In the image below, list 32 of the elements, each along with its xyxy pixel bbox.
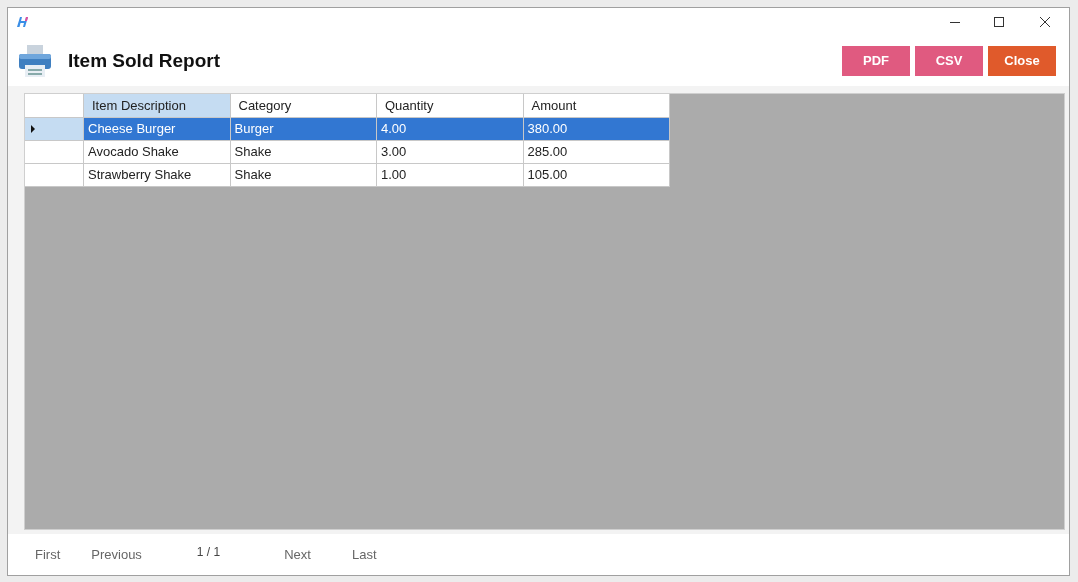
table-row[interactable]: Avocado Shake Shake 3.00 285.00 bbox=[25, 141, 670, 164]
printer-icon bbox=[17, 43, 53, 79]
table-cell: 380.00 bbox=[523, 118, 670, 140]
row-header[interactable] bbox=[25, 118, 84, 140]
first-link[interactable]: First bbox=[35, 544, 61, 565]
table-row[interactable]: Strawberry Shake Shake 1.00 105.00 bbox=[25, 164, 670, 187]
table-cell: 3.00 bbox=[377, 141, 524, 163]
current-row-icon bbox=[31, 125, 35, 133]
table-cell: 1.00 bbox=[377, 164, 524, 186]
minimize-icon bbox=[950, 21, 960, 23]
table-cell: Shake bbox=[230, 141, 377, 163]
table-cell: Avocado Shake bbox=[84, 141, 231, 163]
next-link[interactable]: Next bbox=[284, 544, 311, 565]
table-cell: Burger bbox=[230, 118, 377, 140]
table-cell: Cheese Burger bbox=[84, 118, 231, 140]
last-link[interactable]: Last bbox=[351, 544, 377, 565]
close-button[interactable]: Close bbox=[988, 46, 1056, 76]
export-button[interactable]: PDF bbox=[842, 46, 910, 76]
table-cell: 285.00 bbox=[523, 141, 670, 163]
window-title: Item Sold Report bbox=[68, 48, 220, 73]
maximize-icon bbox=[994, 17, 1004, 27]
table-cell: Strawberry Shake bbox=[84, 164, 231, 186]
previous-link[interactable]: Previous bbox=[91, 544, 142, 565]
export-button[interactable]: CSV bbox=[915, 46, 983, 76]
table-cell: Shake bbox=[230, 164, 377, 186]
column-header[interactable]: Item Description bbox=[84, 94, 231, 117]
page-indicator: 1 / 1 bbox=[196, 543, 221, 561]
table-cell: 105.00 bbox=[523, 164, 670, 186]
close-icon bbox=[1040, 17, 1050, 27]
table-row[interactable]: Cheese Burger Burger 4.00 380.00 bbox=[25, 118, 670, 141]
app-logo-icon bbox=[16, 16, 30, 28]
table-cell: 4.00 bbox=[377, 118, 524, 140]
